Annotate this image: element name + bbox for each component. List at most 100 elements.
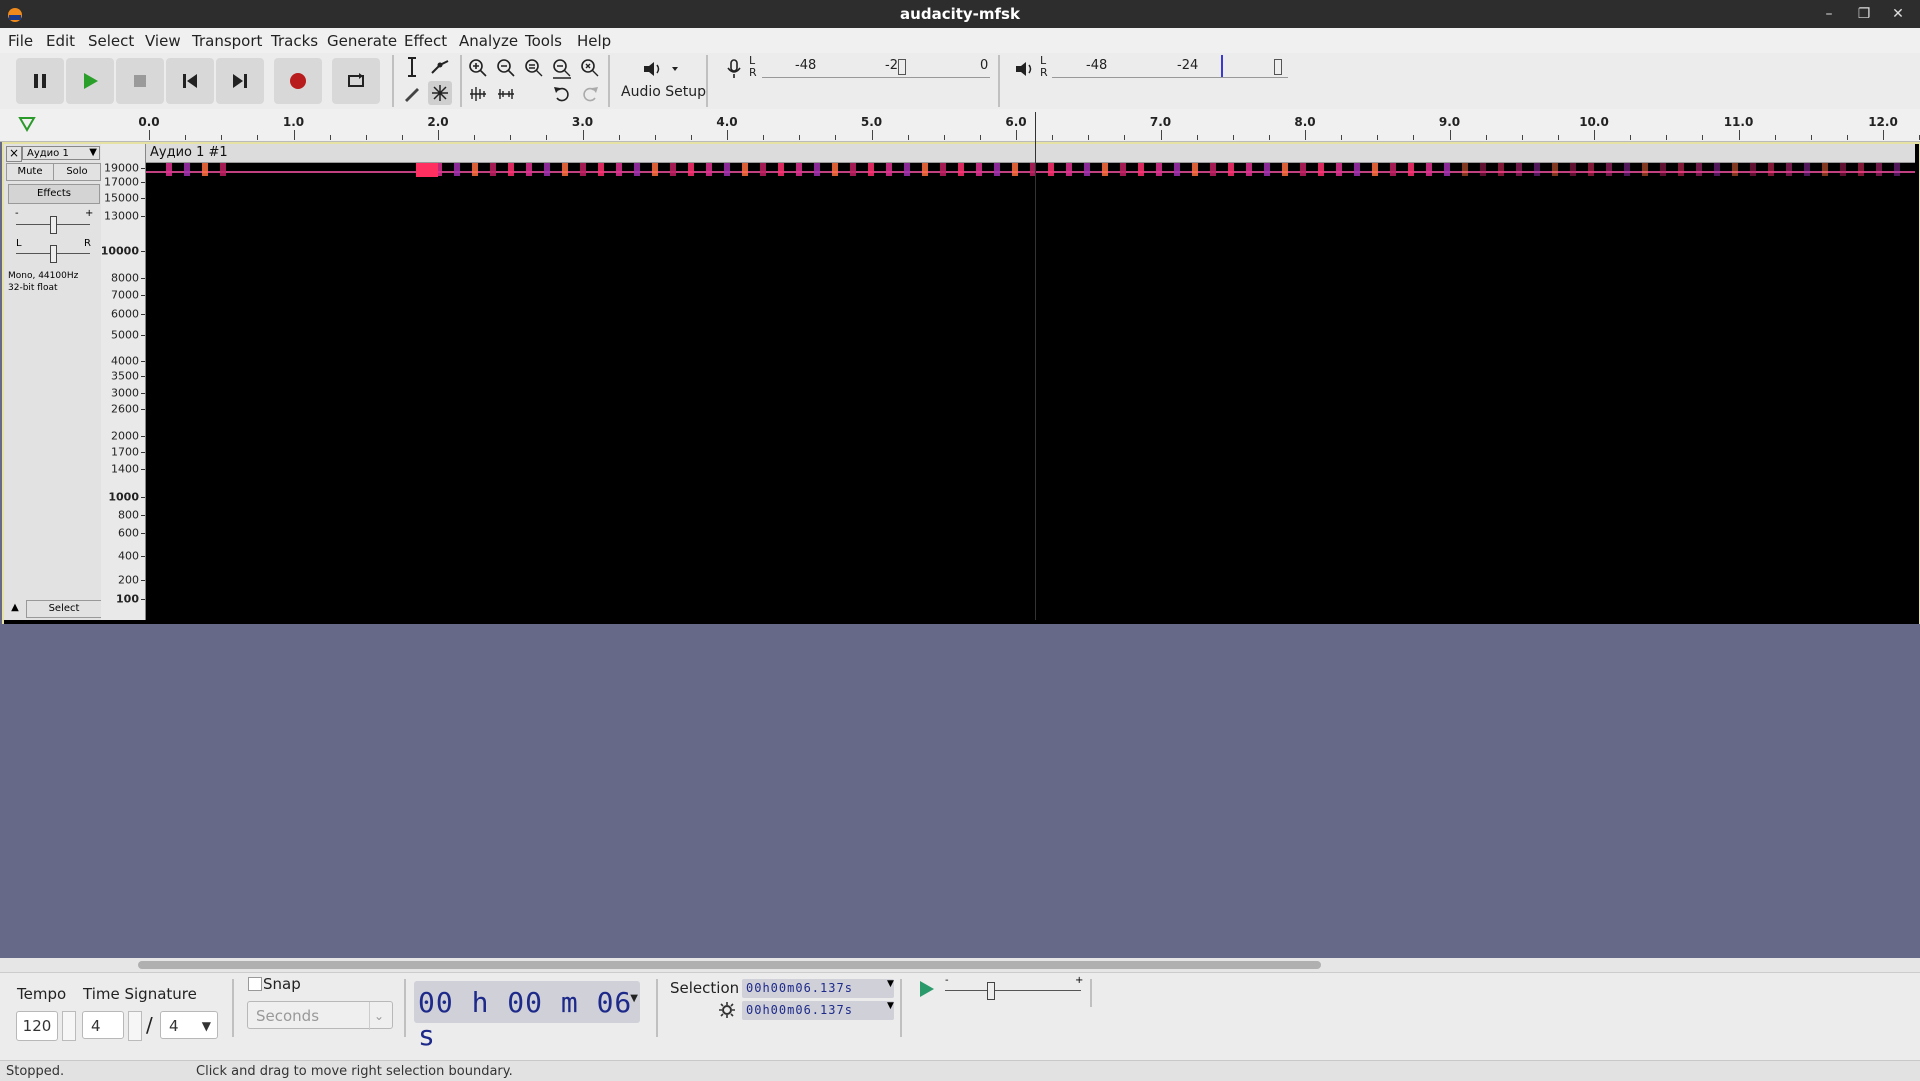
snap-unit-select[interactable]: Seconds ⌄ [247, 1001, 393, 1030]
toolbar-separator [900, 979, 902, 1037]
collapse-track-icon[interactable]: ▲ [7, 600, 23, 616]
toolbar-separator [656, 979, 658, 1037]
tempo-spin-buttons[interactable] [62, 1011, 76, 1041]
ruler-tick [727, 130, 728, 140]
playback-meter-slider[interactable] [1274, 59, 1282, 75]
zoom-toggle-icon[interactable] [578, 56, 602, 80]
time-signature-numerator[interactable]: 4 [82, 1011, 124, 1039]
ruler-label: 7.0 [1149, 115, 1172, 129]
record-meter[interactable]: -48 -2 0 [762, 55, 990, 78]
menu-view[interactable]: View [145, 32, 181, 50]
time-signature-denominator[interactable]: 4 ▼ [160, 1011, 218, 1039]
ruler-tick [510, 135, 512, 140]
mute-button[interactable]: Mute [6, 163, 54, 181]
loop-button[interactable] [332, 58, 380, 104]
restore-icon[interactable]: ❐ [1853, 4, 1875, 24]
frequency-label: 10000 [100, 244, 139, 258]
multi-tool-icon[interactable] [428, 81, 452, 105]
speaker-icon[interactable] [1012, 57, 1036, 81]
pin-playhead-icon[interactable] [18, 115, 36, 133]
horizontal-scrollbar[interactable] [0, 958, 1920, 972]
pause-icon [34, 74, 46, 88]
gain-slider-thumb[interactable] [50, 216, 57, 234]
minimize-icon[interactable]: – [1818, 4, 1840, 24]
undo-icon[interactable] [550, 82, 574, 106]
tempo-input[interactable]: 120 [16, 1011, 58, 1041]
record-button[interactable] [274, 58, 322, 104]
zoom-out-icon[interactable] [494, 56, 518, 80]
pause-button[interactable] [16, 58, 64, 104]
frequency-tick [141, 251, 145, 252]
track-select-button[interactable]: Select [26, 600, 102, 618]
ruler-tick [1594, 130, 1595, 140]
menu-effect[interactable]: Effect [404, 32, 447, 50]
zoom-in-icon[interactable] [466, 56, 490, 80]
menu-tools[interactable]: Tools [525, 32, 562, 50]
draw-tool-icon[interactable] [400, 81, 424, 105]
horizontal-scrollbar-thumb[interactable] [138, 961, 1321, 969]
envelope-tool-icon[interactable] [428, 55, 452, 79]
fit-project-icon[interactable] [550, 56, 574, 80]
menu-transport[interactable]: Transport [192, 32, 262, 50]
menu-analyze[interactable]: Analyze [459, 32, 518, 50]
silence-selection-icon[interactable] [494, 82, 518, 106]
ruler-tick [1702, 135, 1704, 140]
trim-outside-icon[interactable] [466, 82, 490, 106]
menu-edit[interactable]: Edit [46, 32, 75, 50]
redo-icon[interactable] [578, 82, 602, 106]
numerator-spin-buttons[interactable] [128, 1011, 142, 1041]
menu-help[interactable]: Help [577, 32, 611, 50]
effects-button[interactable]: Effects [8, 184, 100, 204]
stop-button[interactable] [116, 58, 164, 104]
toolbar-separator [998, 55, 1000, 107]
menu-select[interactable]: Select [88, 32, 134, 50]
snap-checkbox[interactable] [248, 977, 262, 991]
selection-start-time[interactable]: 00h00m06.137s [742, 979, 894, 998]
clip-name: Аудио 1 #1 [150, 145, 228, 160]
frequency-tick [141, 452, 145, 453]
speaker-dropdown-icon[interactable] [640, 58, 680, 82]
track-close-button[interactable]: × [6, 146, 22, 162]
empty-track-area[interactable] [0, 624, 1920, 960]
gear-icon[interactable] [718, 1001, 736, 1019]
speed-slider-thumb[interactable] [987, 982, 995, 1000]
clip-title-bar[interactable]: Аудио 1 #1 [146, 144, 1915, 163]
ruler-tick [1413, 135, 1415, 140]
ruler-label: 9.0 [1438, 115, 1461, 129]
menu-bar: File Edit Select View Transport Tracks G… [0, 28, 1920, 53]
playback-meter-tick: -24 [1177, 58, 1199, 73]
speed-slider-track[interactable] [945, 990, 1081, 991]
status-state: Stopped. [6, 1064, 65, 1079]
frequency-ruler[interactable]: 19000 17000 15000 13000 10000 8000 7000 6000 500… [101, 144, 146, 620]
audio-setup-button[interactable]: Audio Setup [621, 84, 706, 100]
skip-to-start-button[interactable] [166, 58, 214, 104]
timeline-ruler[interactable]: 0.0 1.0 2.0 3.0 4.0 5.0 6.0 7.0 8.0 9.0 10.0 11.0 12… [0, 109, 1920, 142]
solo-button[interactable]: Solo [53, 163, 101, 181]
ruler-tick [943, 135, 945, 140]
fit-selection-icon[interactable] [522, 56, 546, 80]
skip-to-end-button[interactable] [216, 58, 264, 104]
pan-slider-thumb[interactable] [50, 245, 57, 263]
menu-generate[interactable]: Generate [327, 32, 397, 50]
playback-meter[interactable]: -48 -24 [1052, 55, 1288, 78]
selection-end-time[interactable]: 00h00m06.137s [742, 1001, 894, 1020]
selection-tool-icon[interactable] [400, 55, 424, 79]
menu-tracks[interactable]: Tracks [271, 32, 318, 50]
record-meter-slider[interactable] [898, 59, 906, 75]
menu-file[interactable]: File [8, 32, 33, 50]
play-at-speed-icon[interactable] [916, 979, 936, 999]
ruler-tick [1052, 135, 1054, 140]
track-name-menu[interactable]: Аудио 1 ▼ [22, 146, 100, 160]
skip-start-icon [183, 74, 197, 88]
spectrogram-view[interactable] [146, 163, 1915, 620]
microphone-icon[interactable] [722, 57, 746, 81]
ruler-tick [654, 135, 656, 140]
ruler-tick [1846, 135, 1848, 140]
close-icon[interactable]: ✕ [1887, 4, 1909, 24]
frequency-tick [141, 409, 145, 410]
ruler-tick [690, 135, 692, 140]
time-display[interactable]: 00 h 00 m 06 s ▼ [414, 981, 640, 1052]
ruler-tick [1377, 135, 1379, 140]
snap-label: Snap [263, 975, 301, 993]
play-button[interactable] [66, 58, 114, 104]
